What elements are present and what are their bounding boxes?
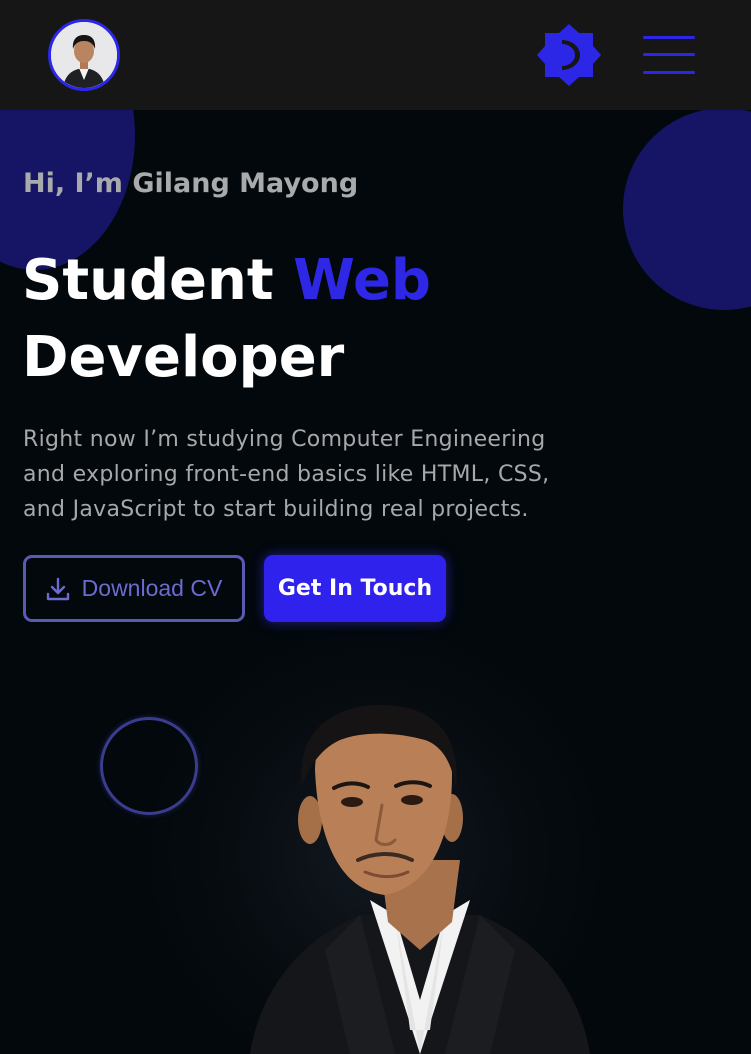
- top-navigation-bar: [0, 0, 751, 110]
- menu-line: [643, 53, 695, 56]
- portrait-photo: [250, 705, 590, 1054]
- brightness-icon: [537, 24, 601, 86]
- download-cv-button[interactable]: Download CV: [23, 555, 245, 622]
- description-line: Right now I’m studying Computer Engineer…: [23, 427, 546, 452]
- headline-accent: Web: [293, 248, 432, 313]
- portfolio-page: Hi, I’m Gilang Mayong Student Web Develo…: [0, 0, 751, 1054]
- avatar[interactable]: [48, 19, 120, 91]
- hero-description: Right now I’m studying Computer Engineer…: [23, 422, 623, 527]
- decorative-blob-right: [623, 108, 751, 310]
- hamburger-menu-icon[interactable]: [643, 34, 695, 78]
- description-line: and JavaScript to start building real pr…: [23, 497, 529, 522]
- headline-student: Student: [22, 248, 294, 313]
- hero-portrait: [230, 700, 610, 1054]
- hero-headline: Student Web Developer: [22, 242, 431, 396]
- get-in-touch-button[interactable]: Get In Touch: [264, 555, 446, 622]
- menu-line: [643, 36, 695, 39]
- menu-line: [643, 71, 695, 74]
- description-line: and exploring front-end basics like HTML…: [23, 462, 550, 487]
- decorative-ring: [100, 717, 198, 815]
- hero-greeting: Hi, I’m Gilang Mayong: [23, 168, 359, 199]
- theme-toggle-button[interactable]: [537, 23, 601, 87]
- download-cv-label: Download CV: [81, 575, 223, 601]
- download-icon: [46, 577, 69, 600]
- profile-photo-icon: [51, 22, 117, 88]
- headline-line-1: Student Web: [22, 242, 431, 319]
- headline-line-2: Developer: [22, 325, 345, 390]
- get-in-touch-label: Get In Touch: [277, 576, 433, 601]
